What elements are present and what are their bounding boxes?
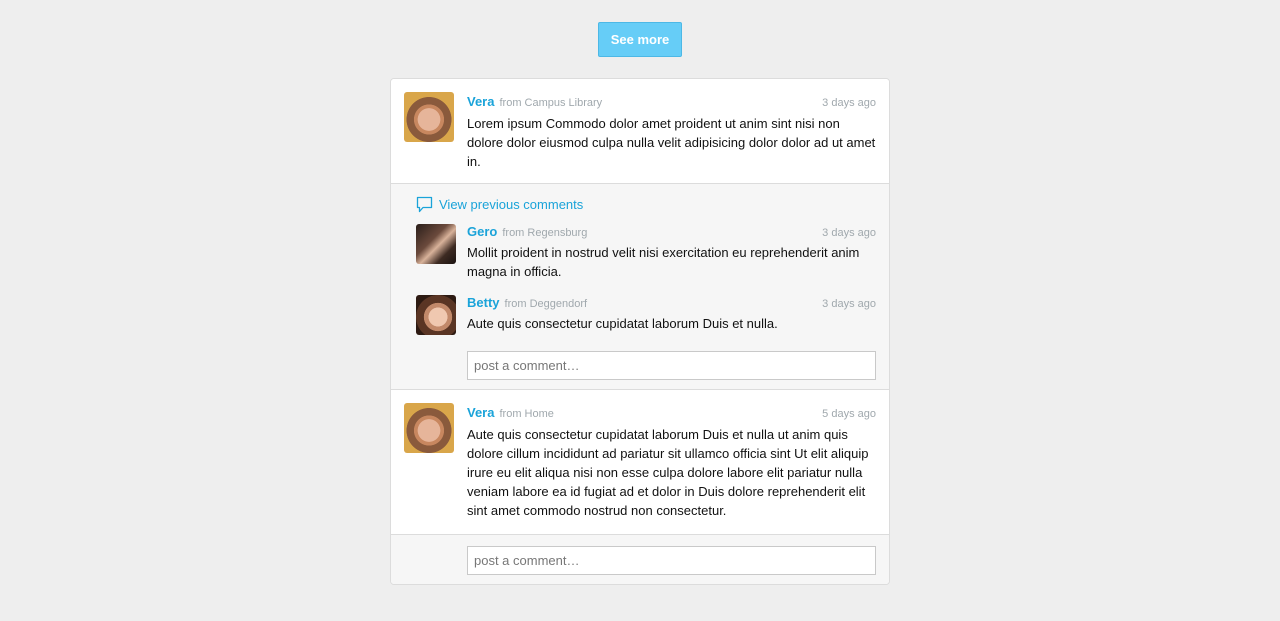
comment-input[interactable] [467, 546, 876, 575]
author-location: from Home [499, 408, 554, 420]
post-text: Aute quis consectetur cupidatat laborum … [467, 427, 869, 518]
author-location: from Campus Library [499, 97, 603, 109]
feed: Vera from Campus Library 3 days ago Lore… [390, 78, 890, 585]
comment-text: Aute quis consectetur cupidatat laborum … [467, 316, 778, 331]
comment-meta: Betty from Deggendorf 3 days ago [467, 295, 876, 311]
post-meta: Vera from Home 5 days ago [467, 405, 876, 421]
timestamp: 3 days ago [822, 298, 876, 310]
author-name[interactable]: Vera [467, 94, 494, 109]
author-name[interactable]: Gero [467, 224, 497, 239]
post-text: Lorem ipsum Commodo dolor amet proident … [467, 116, 876, 169]
author-name[interactable]: Betty [467, 295, 500, 310]
post: Vera from Campus Library 3 days ago Lore… [391, 79, 889, 184]
author-location: from Deggendorf [504, 298, 588, 310]
comment-text: Mollit proident in nostrud velit nisi ex… [467, 245, 860, 279]
post-meta: Vera from Campus Library 3 days ago [467, 94, 876, 110]
comment-input[interactable] [467, 351, 876, 380]
view-previous-label[interactable]: View previous comments [439, 197, 583, 212]
comments-section: View previous comments Gero from Regensb… [391, 184, 889, 390]
see-more-button[interactable]: See more [598, 22, 682, 57]
avatar[interactable] [416, 295, 456, 335]
avatar[interactable] [404, 403, 454, 453]
author-name[interactable]: Vera [467, 405, 494, 420]
comments-section [391, 535, 889, 584]
post: Vera from Home 5 days ago Aute quis cons… [391, 390, 889, 535]
comment-bubble-icon [416, 196, 433, 212]
author-location: from Regensburg [502, 227, 588, 239]
avatar[interactable] [416, 224, 456, 264]
avatar[interactable] [404, 92, 454, 142]
timestamp: 5 days ago [822, 408, 876, 420]
comment-meta: Gero from Regensburg 3 days ago [467, 224, 876, 240]
timestamp: 3 days ago [822, 227, 876, 239]
timestamp: 3 days ago [822, 97, 876, 109]
view-previous-comments-link[interactable]: View previous comments [416, 195, 583, 213]
